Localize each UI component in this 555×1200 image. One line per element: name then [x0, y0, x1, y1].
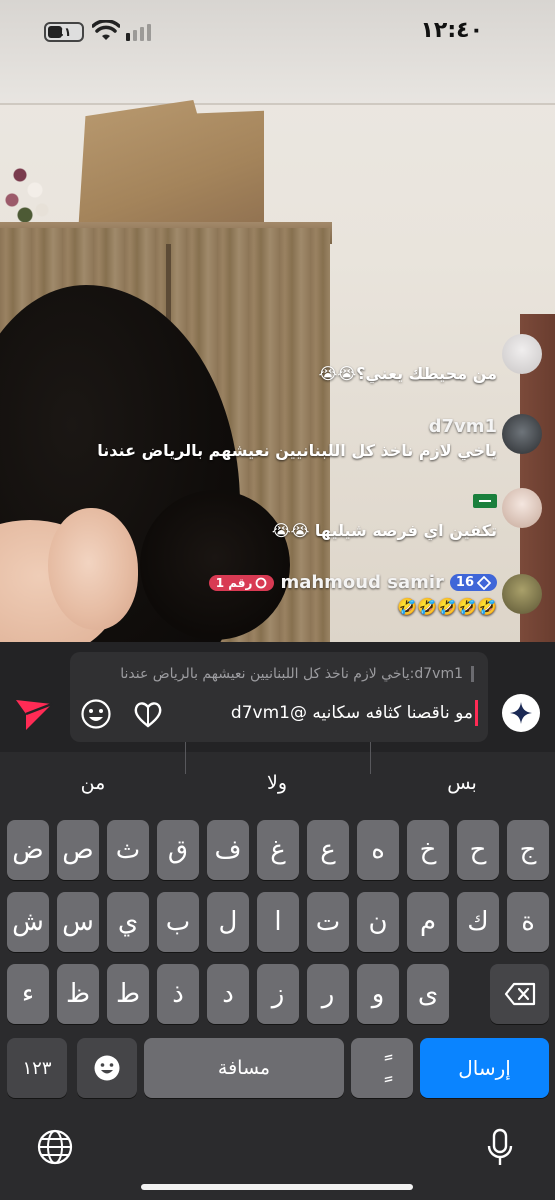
battery-level: ٤١ [56, 25, 72, 39]
key[interactable]: ث [107, 820, 149, 880]
comment-text: تكفين اي فرصه شيليها 😭😭 [271, 521, 497, 540]
send-icon[interactable] [14, 696, 54, 732]
suggestion-item[interactable]: بس [387, 772, 537, 794]
key[interactable]: خ [407, 820, 449, 880]
space-key[interactable]: مسافة [144, 1038, 344, 1098]
sparkle-icon [510, 702, 532, 724]
medal-icon [256, 577, 267, 588]
comment-input[interactable]: مو ناقصنا كثافه سكانيه @d7vm1 [231, 700, 478, 726]
key[interactable]: ص [57, 820, 99, 880]
comments-list: من محيطك يعني؟😭😭 d7vm1 ياخي لازم ناخذ كل… [0, 330, 555, 642]
tanween-key[interactable]: ًٍ [351, 1038, 413, 1098]
send-key[interactable]: إرسال [420, 1038, 549, 1098]
key[interactable]: ع [307, 820, 349, 880]
avatar[interactable] [502, 574, 542, 614]
key[interactable]: ب [157, 892, 199, 952]
key[interactable]: س [57, 892, 99, 952]
suggestion-bar: بس ولا من [0, 752, 555, 816]
rank-badge: رقم 1 [208, 574, 275, 591]
suggestion-divider [185, 742, 186, 774]
key[interactable]: ل [207, 892, 249, 952]
key[interactable]: ء [7, 964, 49, 1024]
flowers [0, 150, 60, 230]
status-time: ١٢:٤٠ [420, 18, 483, 43]
comment-input-value: مو ناقصنا كثافه سكانيه @d7vm1 [230, 703, 473, 723]
signal-icon [126, 24, 151, 41]
key[interactable]: ت [307, 892, 349, 952]
emoji-key[interactable] [77, 1038, 137, 1098]
microphone-icon[interactable] [486, 1128, 514, 1168]
key[interactable]: ة [507, 892, 549, 952]
suggestion-divider [370, 742, 371, 774]
home-indicator [141, 1184, 413, 1190]
key[interactable]: ذ [157, 964, 199, 1024]
heart-icon[interactable] [132, 698, 164, 730]
avatar[interactable] [502, 488, 542, 528]
reply-quote: d7vm1:ياخي لازم ناخذ كل اللبنانيين نعيشه… [120, 666, 474, 682]
comment-text: ياخي لازم ناخذ كل اللبنانيين نعيشهم بالر… [97, 441, 497, 460]
comment-username[interactable]: d7vm1 [97, 416, 497, 437]
key[interactable]: ش [7, 892, 49, 952]
comment-username[interactable]: mahmoud samir [280, 572, 443, 593]
key[interactable]: ط [107, 964, 149, 1024]
key[interactable]: ر [307, 964, 349, 1024]
comment-text: 🤣🤣🤣🤣🤣 [397, 597, 497, 616]
list-item: تكفين اي فرصه شيليها 😭😭 [272, 490, 497, 540]
key[interactable]: ك [457, 892, 499, 952]
emoji-icon [94, 1055, 120, 1081]
key[interactable]: ز [257, 964, 299, 1024]
key[interactable]: ى [407, 964, 449, 1024]
battery-icon: ٤١ [44, 22, 84, 42]
numbers-key[interactable]: ١٢٣ [7, 1038, 67, 1098]
level-badge: 16 [449, 574, 497, 591]
emoji-icon[interactable] [80, 698, 112, 730]
key[interactable]: ف [207, 820, 249, 880]
comment-text: من محيطك يعني؟😭😭 [318, 364, 497, 383]
key[interactable]: م [407, 892, 449, 952]
avatar[interactable] [502, 334, 542, 374]
suggestion-item[interactable]: من [18, 772, 168, 794]
key[interactable]: غ [257, 820, 299, 880]
backspace-icon [504, 982, 535, 1006]
key[interactable]: ق [157, 820, 199, 880]
list-item: 16 mahmoud samir رقم 1 🤣🤣🤣🤣🤣 [208, 572, 497, 616]
globe-icon[interactable] [36, 1128, 74, 1166]
key[interactable]: ي [107, 892, 149, 952]
list-item: d7vm1 ياخي لازم ناخذ كل اللبنانيين نعيشه… [97, 416, 497, 460]
wifi-icon [92, 20, 120, 40]
key[interactable]: ه [357, 820, 399, 880]
avatar[interactable] [502, 414, 542, 454]
list-item: من محيطك يعني؟😭😭 [319, 364, 497, 383]
cardboard-box [78, 100, 264, 234]
backspace-key[interactable] [490, 964, 549, 1024]
key[interactable]: ظ [57, 964, 99, 1024]
key[interactable]: ج [507, 820, 549, 880]
key[interactable]: ن [357, 892, 399, 952]
diamond-icon [477, 575, 491, 590]
key[interactable]: ح [457, 820, 499, 880]
saudi-flag-icon [473, 493, 497, 508]
key[interactable]: د [207, 964, 249, 1024]
ai-sparkle-button[interactable] [502, 694, 540, 732]
text-caret [475, 700, 478, 726]
suggestion-item[interactable]: ولا [202, 772, 352, 794]
status-bar: ٤١ ١٢:٤٠ [0, 0, 555, 66]
key[interactable]: ا [257, 892, 299, 952]
key[interactable]: و [357, 964, 399, 1024]
key[interactable]: ض [7, 820, 49, 880]
